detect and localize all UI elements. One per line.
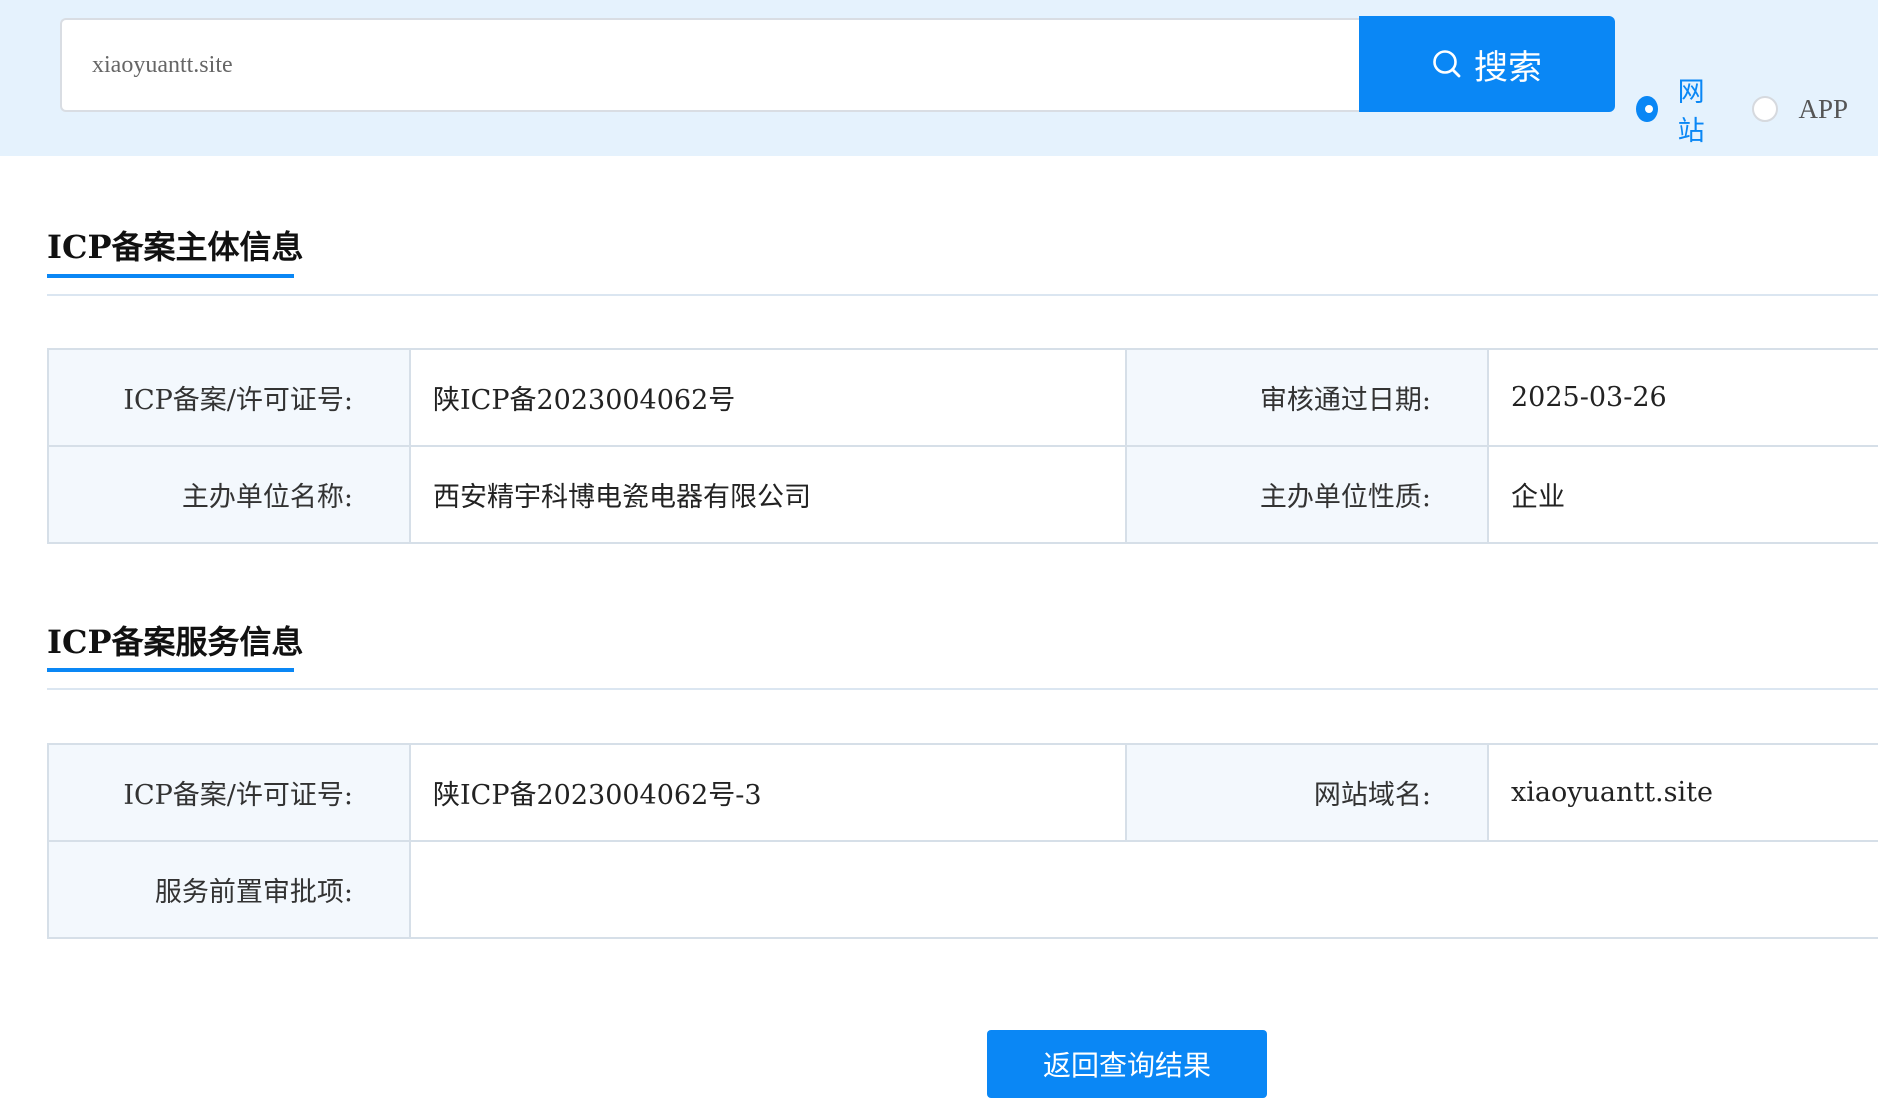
section-divider — [47, 688, 1878, 690]
search-button-label: 搜索 — [1474, 47, 1542, 88]
organizer-type-value: 企业 — [1487, 445, 1878, 544]
radio-app[interactable]: APP — [1752, 94, 1848, 125]
license-value: 陕ICP备2023004062号 — [409, 348, 1127, 447]
pre-approval-value — [409, 840, 1878, 939]
license-label: ICP备案/许可证号: — [47, 348, 411, 447]
section-title-underline — [47, 668, 294, 672]
section-title-subject: ICP备案主体信息 — [47, 228, 304, 266]
section-title-service: ICP备案服务信息 — [47, 623, 304, 661]
approval-date-label: 审核通过日期: — [1125, 348, 1489, 447]
search-button[interactable]: 搜索 — [1359, 16, 1615, 112]
organizer-name-label: 主办单位名称: — [47, 445, 411, 544]
service-license-label: ICP备案/许可证号: — [47, 743, 411, 842]
radio-app-indicator[interactable] — [1752, 96, 1779, 122]
section-title-underline — [47, 274, 294, 278]
service-info-table: ICP备案/许可证号: 陕ICP备2023004062号-3 网站域名: xia… — [47, 743, 1878, 939]
section-divider — [47, 294, 1878, 296]
organizer-name-value: 西安精宇科博电瓷电器有限公司 — [409, 445, 1127, 544]
table-row: 主办单位名称: 西安精宇科博电瓷电器有限公司 主办单位性质: 企业 — [47, 445, 1878, 544]
organizer-type-label: 主办单位性质: — [1125, 445, 1489, 544]
pre-approval-label: 服务前置审批项: — [47, 840, 411, 939]
radio-website[interactable]: 网站 — [1636, 70, 1722, 148]
search-icon — [1433, 50, 1461, 78]
subject-info-table: ICP备案/许可证号: 陕ICP备2023004062号 审核通过日期: 202… — [47, 348, 1878, 544]
search-input[interactable] — [60, 18, 1360, 112]
domain-label: 网站域名: — [1125, 743, 1489, 842]
radio-website-label[interactable]: 网站 — [1678, 70, 1723, 148]
back-to-results-button[interactable]: 返回查询结果 — [987, 1030, 1267, 1098]
table-row: ICP备案/许可证号: 陕ICP备2023004062号-3 网站域名: xia… — [47, 743, 1878, 842]
table-row: ICP备案/许可证号: 陕ICP备2023004062号 审核通过日期: 202… — [47, 348, 1878, 447]
service-license-value: 陕ICP备2023004062号-3 — [409, 743, 1127, 842]
radio-website-indicator[interactable] — [1636, 96, 1658, 122]
domain-value: xiaoyuantt.site — [1487, 743, 1878, 842]
type-filter: 网站 APP — [1636, 70, 1878, 148]
radio-app-label[interactable]: APP — [1798, 94, 1848, 125]
approval-date-value: 2025-03-26 — [1487, 348, 1878, 447]
table-row: 服务前置审批项: — [47, 840, 1878, 939]
